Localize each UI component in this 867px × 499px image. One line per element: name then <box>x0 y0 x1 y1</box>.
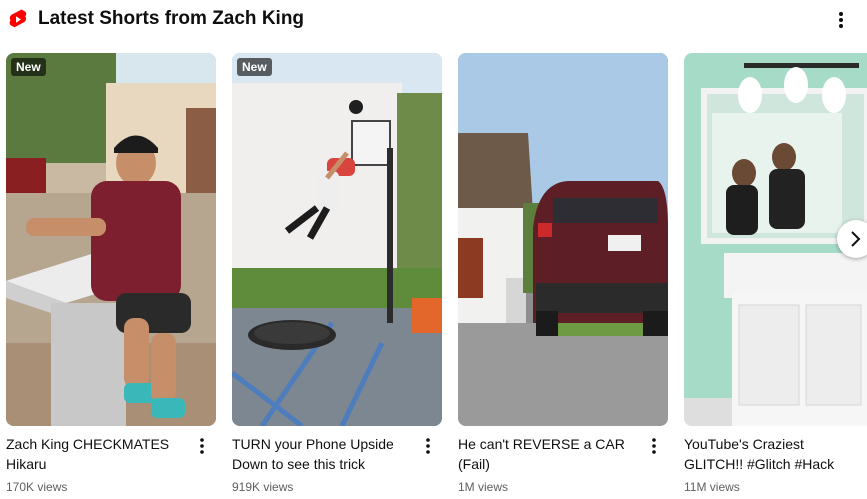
view-count: 11M views <box>684 480 740 494</box>
short-thumbnail[interactable] <box>458 53 668 426</box>
short-title[interactable]: He can't REVERSE a CAR (Fail) <box>458 434 640 474</box>
view-count: 919K views <box>232 480 294 494</box>
more-vert-icon[interactable] <box>646 436 662 456</box>
more-vert-icon[interactable] <box>420 436 436 456</box>
short-thumbnail[interactable]: New <box>232 53 442 426</box>
short-title[interactable]: Zach King CHECKMATES Hikaru <box>6 434 188 474</box>
thumbnail-image <box>6 53 216 426</box>
more-vert-icon[interactable] <box>830 8 852 32</box>
chevron-right-icon <box>851 231 861 247</box>
view-count: 170K views <box>6 480 68 494</box>
short-card[interactable]: YouTube's Craziest GLITCH!! #Glitch #Hac… <box>684 53 867 499</box>
short-card[interactable]: New Zach King CHECKMATES Hikaru 170K vie… <box>6 53 216 499</box>
short-card[interactable]: He can't REVERSE a CAR (Fail) 1M views <box>458 53 668 499</box>
shelf-header: Latest Shorts from Zach King <box>0 0 867 40</box>
new-badge: New <box>11 58 46 76</box>
more-vert-icon[interactable] <box>194 436 210 456</box>
short-title[interactable]: TURN your Phone Upside Down to see this … <box>232 434 414 474</box>
carousel-next-button[interactable] <box>837 220 867 258</box>
thumbnail-image <box>232 53 442 426</box>
short-thumbnail[interactable]: New <box>6 53 216 426</box>
thumbnail-image <box>458 53 668 426</box>
new-badge: New <box>237 58 272 76</box>
short-card[interactable]: New TURN your Phone Upside Down to see t… <box>232 53 442 499</box>
section-title: Latest Shorts from Zach King <box>38 8 305 29</box>
view-count: 1M views <box>458 480 509 494</box>
short-title[interactable]: YouTube's Craziest GLITCH!! #Glitch #Hac… <box>684 434 866 474</box>
youtube-shorts-icon <box>9 9 27 28</box>
